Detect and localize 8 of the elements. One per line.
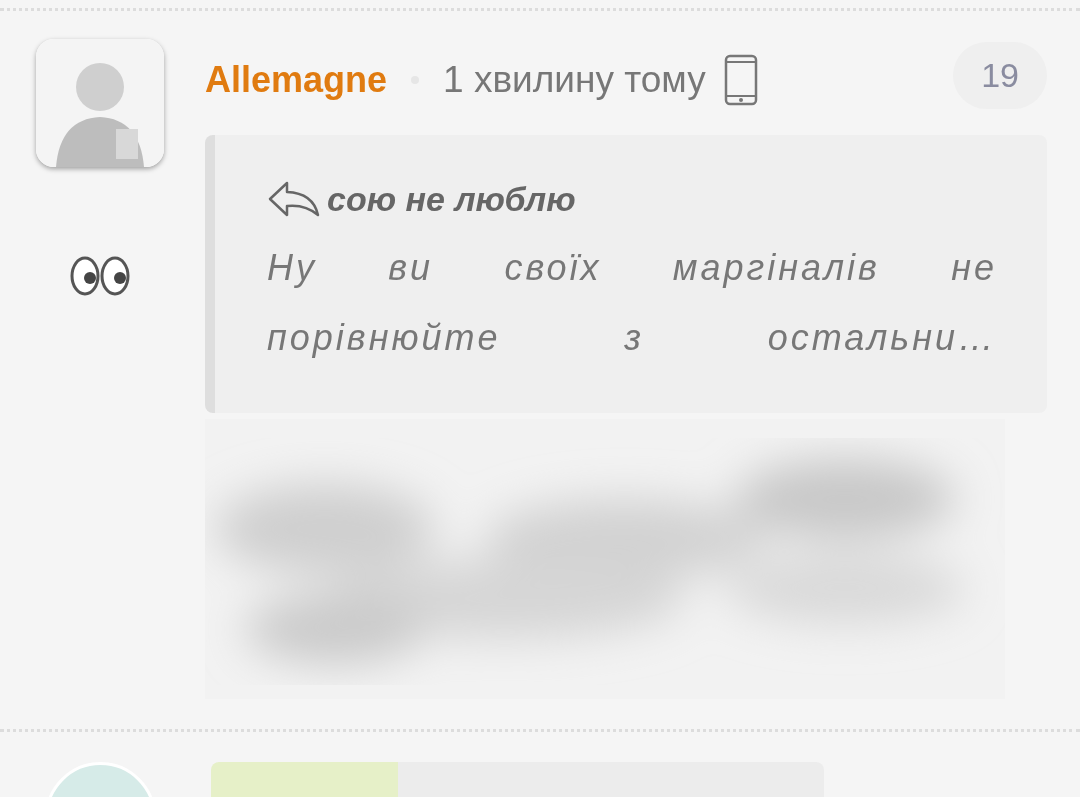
quoted-text: Ну ви своїх маргіналів не порівнюйте з остальни… xyxy=(267,246,997,360)
post-time: 1 хвилину тому xyxy=(443,59,706,101)
reply-arrow-icon xyxy=(267,179,321,219)
phone-icon xyxy=(723,54,758,106)
quoted-author: сою не люблю xyxy=(327,179,576,219)
author-name[interactable]: Allemagne xyxy=(205,59,388,101)
comment-number: 19 xyxy=(953,41,1047,109)
eyes-icon xyxy=(70,255,130,297)
